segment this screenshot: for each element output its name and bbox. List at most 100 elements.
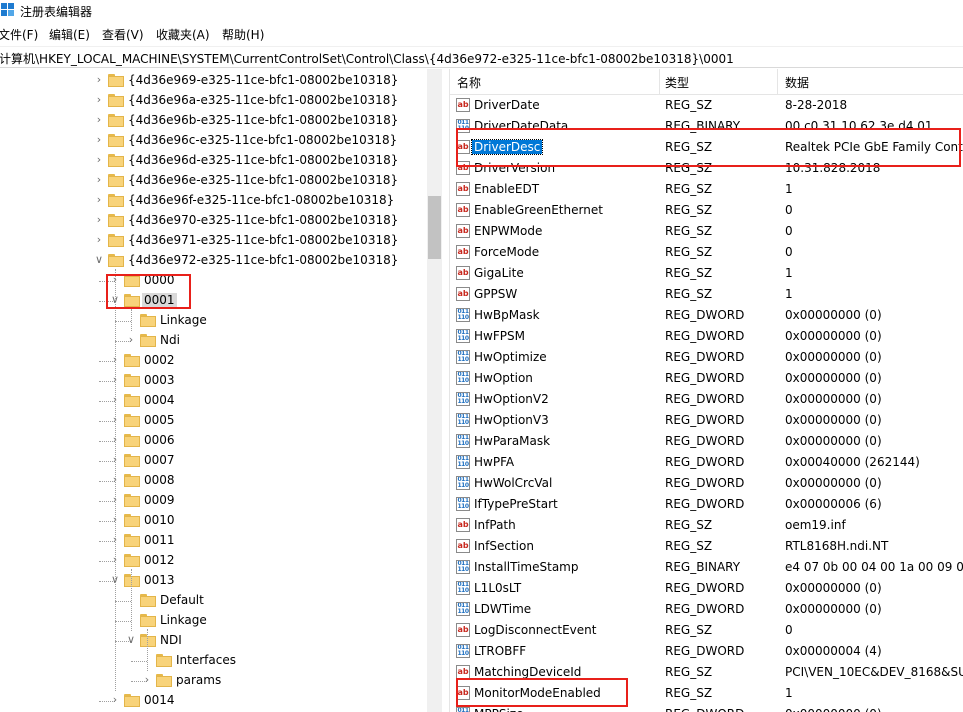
value-row[interactable]: ab MonitorModeEnabled REG_SZ 1 (450, 683, 963, 704)
value-row[interactable]: 011 110 HwPFA REG_DWORD 0x00040000 (262144) (450, 452, 963, 473)
value-row[interactable]: 011 110 LTROBFF REG_DWORD 0x00000004 (4) (450, 641, 963, 662)
tree-item[interactable]: › Ndi (0, 331, 427, 351)
menu-file[interactable]: 文件(F) (0, 26, 38, 43)
tree-item[interactable]: › 0003 (0, 371, 427, 391)
tree-item[interactable]: › {4d36e96b-e325-11ce-bfc1-08002be10318} (0, 111, 427, 131)
value-row[interactable]: ab MatchingDeviceId REG_SZ PCI\VEN_10EC&DEV… (450, 662, 963, 683)
value-row[interactable]: 011 110 HwOptimize REG_DWORD 0x00000000 (0) (450, 347, 963, 368)
tree-item[interactable]: › {4d36e96c-e325-11ce-bfc1-08002be10318} (0, 131, 427, 151)
value-row[interactable]: 011 110 LDWTime REG_DWORD 0x00000000 (0) (450, 599, 963, 620)
tree-item[interactable]: ∨ {4d36e972-e325-11ce-bfc1-08002be10318} (0, 251, 427, 271)
value-row[interactable]: 011 110 L1L0sLT REG_DWORD 0x00000000 (0) (450, 578, 963, 599)
chevron-right-icon[interactable]: › (94, 233, 104, 247)
chevron-right-icon[interactable]: › (94, 213, 104, 227)
value-row[interactable]: ab EnableEDT REG_SZ 1 (450, 179, 963, 200)
values-list[interactable]: 名称 类型 数据 ab DriverDate REG_SZ 8-28-2018 011 1… (450, 69, 963, 712)
value-row[interactable]: 011 110 HwOption REG_DWORD 0x00000000 (0) (450, 368, 963, 389)
value-row[interactable]: ab LogDisconnectEvent REG_SZ 0 (450, 620, 963, 641)
tree-item[interactable]: › 0011 (0, 531, 427, 551)
value-row[interactable]: ab EnableGreenEthernet REG_SZ 0 (450, 200, 963, 221)
value-data: e4 07 0b 00 04 00 1a 00 09 00 (785, 560, 963, 574)
menu-edit[interactable]: 编辑(E) (49, 26, 90, 43)
tree-item[interactable]: › 0014 (0, 691, 427, 711)
tree-item[interactable]: ∨ 0013 (0, 571, 427, 591)
address-path[interactable]: 计算机\HKEY_LOCAL_MACHINE\SYSTEM\CurrentCon… (0, 50, 734, 67)
tree-item[interactable]: › 0012 (0, 551, 427, 571)
menu-help[interactable]: 帮助(H) (222, 26, 264, 43)
column-data[interactable]: 数据 (785, 74, 809, 91)
tree-item[interactable]: › 0004 (0, 391, 427, 411)
column-type[interactable]: 类型 (665, 74, 689, 91)
string-value-icon: ab (456, 518, 470, 532)
tree-item[interactable]: › 0006 (0, 431, 427, 451)
chevron-down-icon[interactable]: ∨ (126, 633, 136, 647)
chevron-right-icon[interactable]: › (94, 73, 104, 87)
tree-item[interactable]: › 0008 (0, 471, 427, 491)
column-name[interactable]: 名称 (457, 74, 481, 91)
tree-item[interactable]: Linkage (0, 311, 427, 331)
tree-item[interactable]: › {4d36e96e-e325-11ce-bfc1-08002be10318} (0, 171, 427, 191)
value-row[interactable]: 011 110 HwFPSM REG_DWORD 0x00000000 (0) (450, 326, 963, 347)
chevron-right-icon[interactable]: › (94, 113, 104, 127)
menu-favorites[interactable]: 收藏夹(A) (156, 26, 210, 43)
value-row[interactable]: 011 110 InstallTimeStamp REG_BINARY e4 07 0b… (450, 557, 963, 578)
value-row[interactable]: ab GPPSW REG_SZ 1 (450, 284, 963, 305)
tree-item[interactable]: › params (0, 671, 427, 691)
tree-item[interactable]: Default (0, 591, 427, 611)
folder-icon (124, 454, 140, 467)
chevron-right-icon[interactable]: › (94, 173, 104, 187)
chevron-right-icon[interactable]: › (126, 333, 136, 347)
tree-item[interactable]: › {4d36e96f-e325-11ce-bfc1-08002be10318} (0, 191, 427, 211)
tree-item[interactable]: › 0002 (0, 351, 427, 371)
tree-item[interactable]: › {4d36e970-e325-11ce-bfc1-08002be10318} (0, 211, 427, 231)
tree-item[interactable]: › 0000 (0, 271, 427, 291)
tree-item[interactable]: › {4d36e969-e325-11ce-bfc1-08002be10318} (0, 71, 427, 91)
tree-item-label: 0002 (144, 353, 175, 367)
value-row[interactable]: ab GigaLite REG_SZ 1 (450, 263, 963, 284)
column-divider[interactable] (659, 69, 660, 94)
value-row[interactable]: ab ENPWMode REG_SZ 0 (450, 221, 963, 242)
tree-item[interactable]: › 0005 (0, 411, 427, 431)
address-bar[interactable]: 计算机\HKEY_LOCAL_MACHINE\SYSTEM\CurrentCon… (0, 46, 963, 68)
tree-item[interactable]: › {4d36e96a-e325-11ce-bfc1-08002be10318} (0, 91, 427, 111)
chevron-down-icon[interactable]: ∨ (94, 253, 104, 267)
value-row[interactable]: ab DriverVersion REG_SZ 10.31.828.2018 (450, 158, 963, 179)
value-row[interactable]: ab InfSection REG_SZ RTL8168H.ndi.NT (450, 536, 963, 557)
value-row[interactable]: ab DriverDate REG_SZ 8-28-2018 (450, 95, 963, 116)
column-divider[interactable] (777, 69, 778, 94)
tree-item[interactable]: › {4d36e971-e325-11ce-bfc1-08002be10318} (0, 231, 427, 251)
value-row[interactable]: 011 110 HwBpMask REG_DWORD 0x00000000 (0) (450, 305, 963, 326)
chevron-right-icon[interactable]: › (110, 693, 120, 707)
tree-scrollbar[interactable] (427, 69, 442, 712)
value-row[interactable]: 011 110 HwOptionV2 REG_DWORD 0x00000000 (0) (450, 389, 963, 410)
tree-item-label: 0003 (144, 373, 175, 387)
chevron-right-icon[interactable]: › (94, 93, 104, 107)
tree-item[interactable]: Interfaces (0, 651, 427, 671)
tree-scrollbar-thumb[interactable] (428, 196, 441, 259)
value-row[interactable]: ab DriverDesc REG_SZ Realtek PCIe GbE Famil… (450, 137, 963, 158)
chevron-right-icon[interactable]: › (94, 153, 104, 167)
value-row[interactable]: ab InfPath REG_SZ oem19.inf (450, 515, 963, 536)
value-row[interactable]: 011 110 IfTypePreStart REG_DWORD 0x00000006 … (450, 494, 963, 515)
tree-item[interactable]: › {4d36e96d-e325-11ce-bfc1-08002be10318} (0, 151, 427, 171)
tree-item[interactable]: › 0007 (0, 451, 427, 471)
folder-icon (140, 314, 156, 327)
value-row[interactable]: 011 110 HwParaMask REG_DWORD 0x00000000 (0) (450, 431, 963, 452)
tree-item[interactable]: ∨ 0001 (0, 291, 427, 311)
value-row[interactable]: 011 110 HwOptionV3 REG_DWORD 0x00000000 (0) (450, 410, 963, 431)
key-tree[interactable]: › {4d36e969-e325-11ce-bfc1-08002be10318} ›… (0, 69, 427, 712)
pane-splitter[interactable] (442, 69, 450, 712)
tree-item[interactable]: › 0009 (0, 491, 427, 511)
tree-item[interactable]: ∨ NDI (0, 631, 427, 651)
chevron-right-icon[interactable]: › (94, 193, 104, 207)
tree-item[interactable]: › 0010 (0, 511, 427, 531)
value-row[interactable]: ab ForceMode REG_SZ 0 (450, 242, 963, 263)
chevron-right-icon[interactable]: › (94, 133, 104, 147)
value-row[interactable]: 011 110 DriverDateData REG_BINARY 00 c0 31 1… (450, 116, 963, 137)
tree-item[interactable]: Linkage (0, 611, 427, 631)
chevron-right-icon[interactable]: › (142, 673, 152, 687)
value-row[interactable]: 011110MPPSize REG_DWORD 0x00000000 (0) (450, 704, 963, 712)
folder-icon (108, 214, 124, 227)
menu-view[interactable]: 查看(V) (102, 26, 144, 43)
value-row[interactable]: 011 110 HwWolCrcVal REG_DWORD 0x00000000 (0) (450, 473, 963, 494)
